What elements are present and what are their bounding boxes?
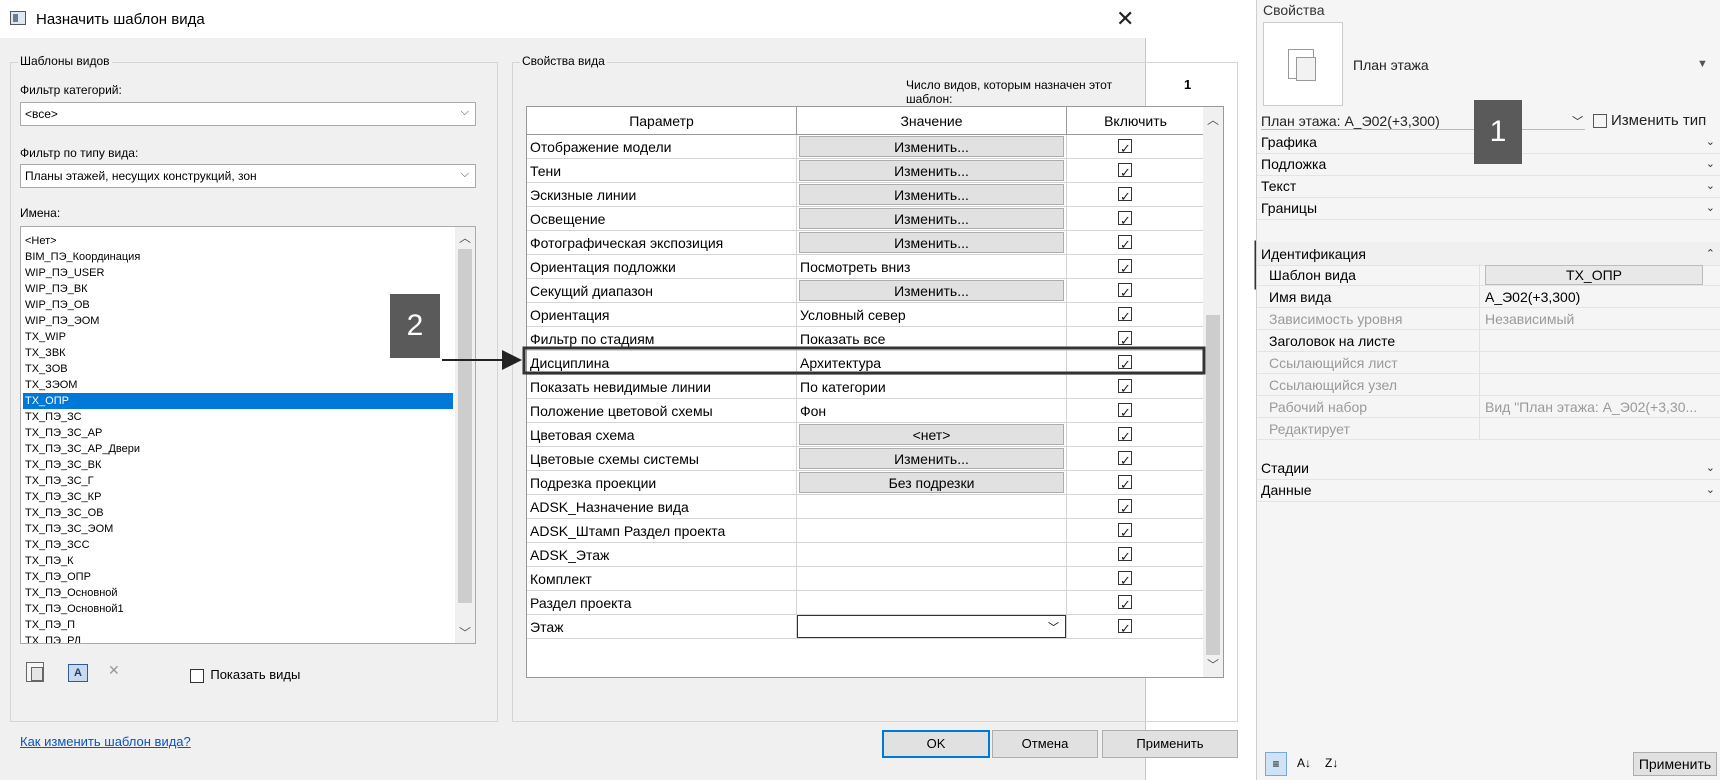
expand-icon: ⌄ <box>1705 180 1715 192</box>
property-name: Зависимость уровня <box>1269 311 1403 327</box>
property-value: Независимый <box>1485 311 1575 327</box>
type-name: План этажа <box>1353 57 1429 73</box>
view-template-button[interactable]: TX_ОПР <box>1485 265 1703 285</box>
category-label: Подложка <box>1261 156 1327 172</box>
category-row[interactable]: Данные ⌄ <box>1257 478 1720 502</box>
category-label: Стадии <box>1261 460 1309 476</box>
expand-icon: ⌄ <box>1705 158 1715 170</box>
property-row[interactable]: Имя вида А_Э02(+3,300) <box>1257 286 1720 308</box>
expand-icon: ⌄ <box>1705 202 1715 214</box>
property-row[interactable]: Шаблон вида TX_ОПР <box>1257 264 1720 286</box>
expand-icon: ⌄ <box>1705 484 1715 496</box>
instance-selector[interactable]: План этажа: А_Э02(+3,300) ﹀ <box>1261 113 1585 130</box>
property-name: Ссылающийся узел <box>1269 377 1398 393</box>
category-row[interactable]: Текст ⌄ <box>1257 174 1720 198</box>
sort-ascending-icon[interactable]: A↓ <box>1297 752 1311 774</box>
type-dropdown-icon[interactable]: ▼ <box>1697 58 1708 70</box>
property-row[interactable]: Заголовок на листе <box>1257 330 1720 352</box>
type-preview <box>1263 22 1343 106</box>
property-value: Вид "План этажа: А_Э02(+3,30... <box>1485 399 1698 415</box>
expand-icon: ⌄ <box>1705 136 1715 148</box>
callout-1: 1 <box>1474 100 1522 164</box>
property-value: А_Э02(+3,300) <box>1485 289 1581 305</box>
collapse-icon: ⌃ <box>1705 248 1715 260</box>
property-row[interactable]: Редактирует <box>1257 418 1720 440</box>
property-row[interactable]: Зависимость уровня Независимый <box>1257 308 1720 330</box>
property-name: Имя вида <box>1269 289 1332 305</box>
category-identification[interactable]: Идентификация ⌃ <box>1257 242 1720 266</box>
category-row[interactable]: Границы ⌄ <box>1257 196 1720 220</box>
properties-apply-button[interactable]: Применить <box>1633 752 1717 776</box>
edit-type-icon <box>1593 114 1607 129</box>
property-row[interactable]: Рабочий набор Вид "План этажа: А_Э02(+3,3… <box>1257 396 1720 418</box>
category-row[interactable]: Стадии ⌄ <box>1257 456 1720 480</box>
property-name: Рабочий набор <box>1269 399 1368 415</box>
categorized-view-icon[interactable]: ≡ <box>1265 752 1287 776</box>
category-label: Данные <box>1261 482 1312 498</box>
property-name: Ссылающийся лист <box>1269 355 1398 371</box>
property-name: Редактирует <box>1269 421 1350 437</box>
sort-descending-icon[interactable]: Z↓ <box>1325 752 1338 774</box>
edit-type-button[interactable]: Изменить тип <box>1593 112 1706 129</box>
category-label: Графика <box>1261 134 1317 150</box>
category-label: Границы <box>1261 200 1317 216</box>
discipline-row-highlight <box>522 346 1206 375</box>
category-label: Текст <box>1261 178 1297 194</box>
chevron-down-icon: ﹀ <box>1572 116 1583 128</box>
instance-selector-value: План этажа: А_Э02(+3,300) <box>1261 113 1440 129</box>
property-row[interactable]: Ссылающийся узел <box>1257 374 1720 396</box>
properties-title: Свойства <box>1263 2 1325 18</box>
property-name: Заголовок на листе <box>1269 333 1396 349</box>
property-row[interactable]: Ссылающийся лист <box>1257 352 1720 374</box>
edit-type-label: Изменить тип <box>1611 112 1707 129</box>
category-label: Идентификация <box>1261 246 1366 262</box>
property-name: Шаблон вида <box>1269 267 1356 283</box>
expand-icon: ⌄ <box>1705 462 1715 474</box>
